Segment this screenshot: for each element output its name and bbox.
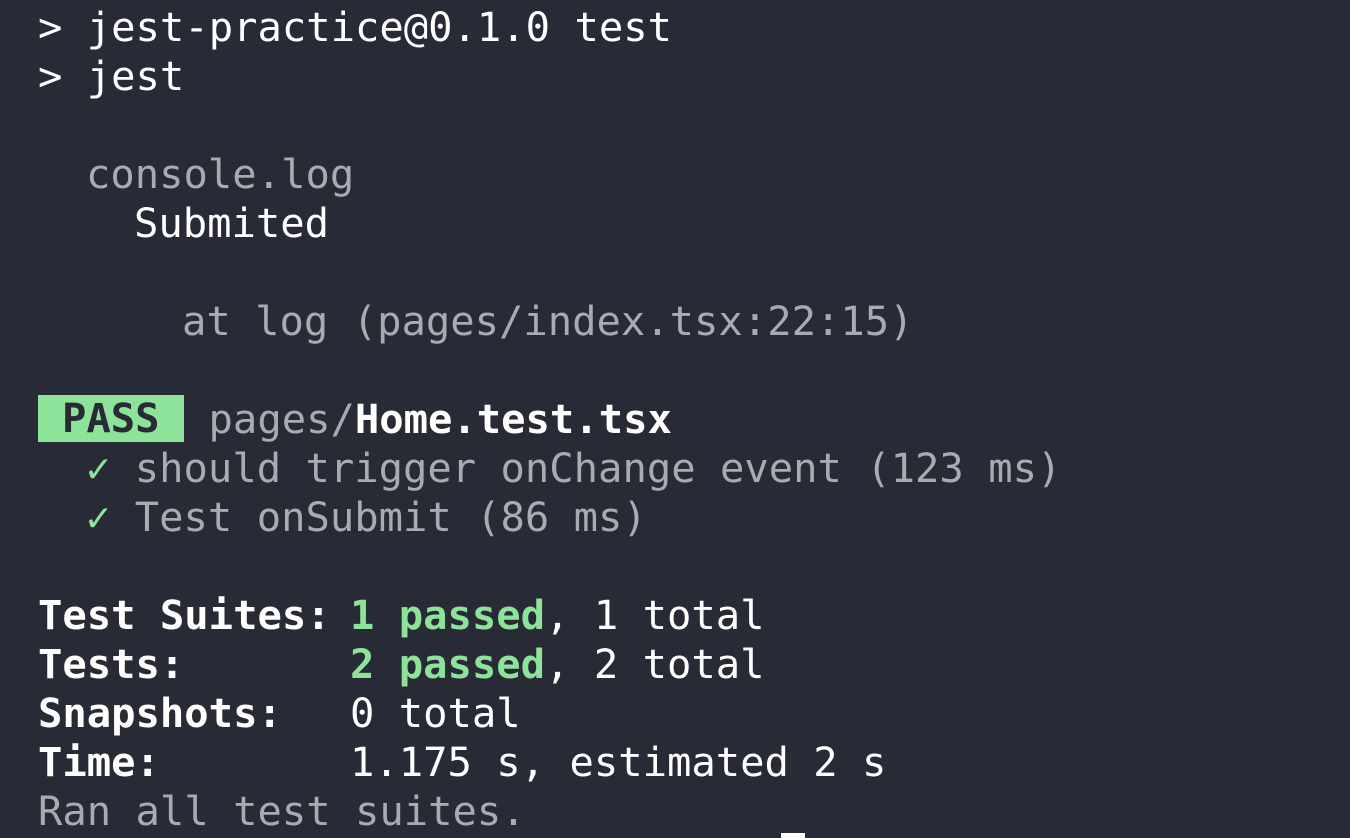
npm-script-line: > jest-practice@0.1.0 test <box>38 3 1350 52</box>
summary-test-suites: Test Suites: 1 passed, 1 total <box>38 591 1350 640</box>
summary-label: Time: <box>38 738 160 786</box>
summary-tests: Tests: 2 passed, 2 total <box>38 640 1350 689</box>
prompt-symbol: > <box>38 52 63 100</box>
suites-passed-count: 1 passed <box>350 591 546 639</box>
time-value: 1.175 s, estimated 2 s <box>350 738 887 786</box>
summary-label: Test Suites: <box>38 591 331 639</box>
suites-total: , 1 total <box>545 591 765 639</box>
test-case-row: ✓ Test onSubmit (86 ms) <box>38 493 1350 542</box>
console-log-location: at log (pages/index.tsx:22:15) <box>182 297 914 345</box>
summary-label: Snapshots: <box>38 689 282 737</box>
command-text: jest <box>86 52 185 100</box>
test-case-label: should trigger onChange event (123 ms) <box>134 444 1062 492</box>
summary-time: Time: 1.175 s, estimated 2 s <box>38 738 1350 787</box>
npm-script-name: jest-practice@0.1.0 test <box>86 3 672 51</box>
command-line: > jest <box>38 52 1350 101</box>
checkmark-icon: ✓ <box>86 444 111 492</box>
run-footer: Ran all test suites. <box>38 787 526 835</box>
console-log-message: Submited <box>134 199 330 247</box>
test-file-name: Home.test.tsx <box>354 395 672 443</box>
test-case-label: Test onSubmit (86 ms) <box>134 493 647 541</box>
test-file-dir: pages/ <box>208 395 355 443</box>
test-file-result: PASS pages/Home.test.tsx <box>38 395 1350 444</box>
tests-passed-count: 2 passed <box>350 640 546 688</box>
test-case-row: ✓ should trigger onChange event (123 ms) <box>38 444 1350 493</box>
terminal-window[interactable]: > jest-practice@0.1.0 test > jest consol… <box>0 0 1350 838</box>
console-log-label: console.log <box>86 150 355 198</box>
pass-badge: PASS <box>38 395 184 442</box>
tests-total: , 2 total <box>545 640 765 688</box>
summary-label: Tests: <box>38 640 185 688</box>
prompt-symbol: > <box>38 3 63 51</box>
summary-snapshots: Snapshots: 0 total <box>38 689 1350 738</box>
snapshots-total: 0 total <box>350 689 521 737</box>
checkmark-icon: ✓ <box>86 493 111 541</box>
terminal-cursor <box>781 833 805 838</box>
